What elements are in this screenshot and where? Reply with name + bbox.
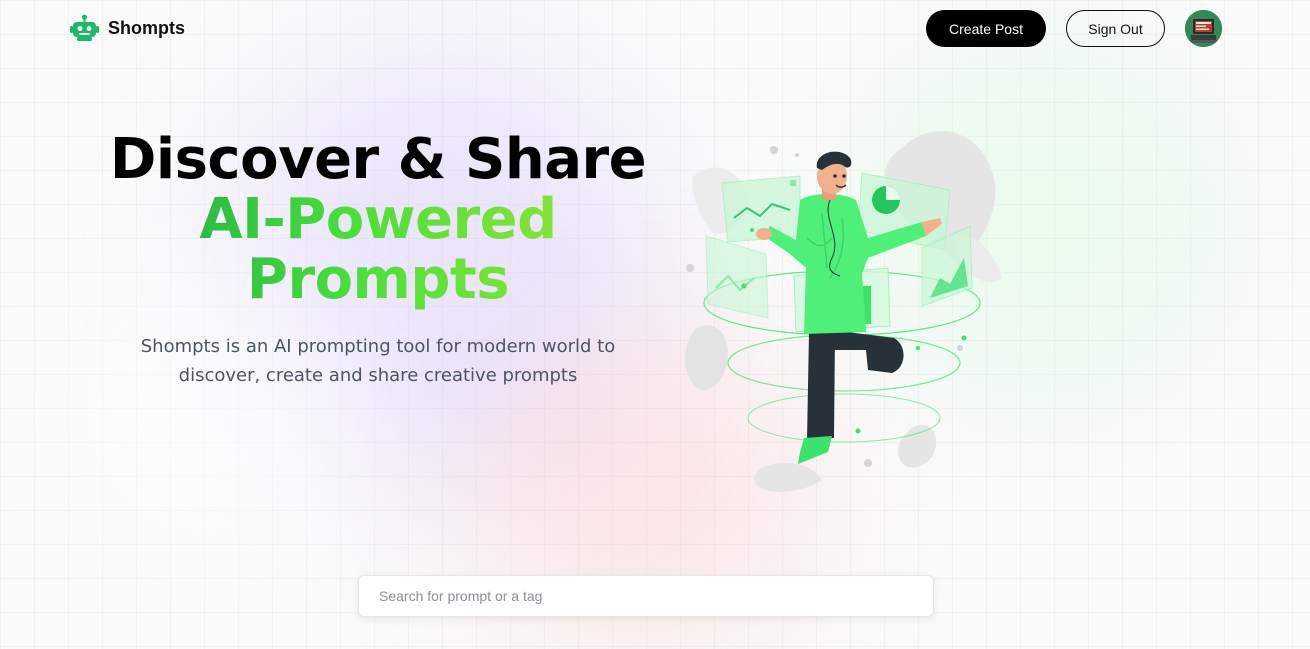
hero-title-highlight: Prompts xyxy=(90,250,666,310)
robot-icon xyxy=(70,14,99,41)
hero-illustration xyxy=(672,118,1012,500)
logo-link[interactable]: Shompts xyxy=(70,14,185,42)
person-with-dashboards-illustration xyxy=(685,131,1002,492)
hero-title: Discover & Share AI-Powered Prompts xyxy=(90,130,666,310)
hero-subtitle: Shompts is an AI prompting tool for mode… xyxy=(140,336,616,386)
search-input[interactable] xyxy=(358,575,934,617)
hero-title-line: Discover & Share xyxy=(109,127,647,192)
navbar: Shompts Create Post Sign Out xyxy=(0,0,1310,58)
brand-name: Shompts xyxy=(108,17,186,38)
sign-out-button[interactable]: Sign Out xyxy=(1066,10,1165,47)
hero-title-highlight: AI-Powered xyxy=(90,190,666,250)
avatar-image xyxy=(1185,10,1222,47)
create-post-button[interactable]: Create Post xyxy=(926,10,1046,47)
user-avatar[interactable] xyxy=(1185,10,1222,47)
